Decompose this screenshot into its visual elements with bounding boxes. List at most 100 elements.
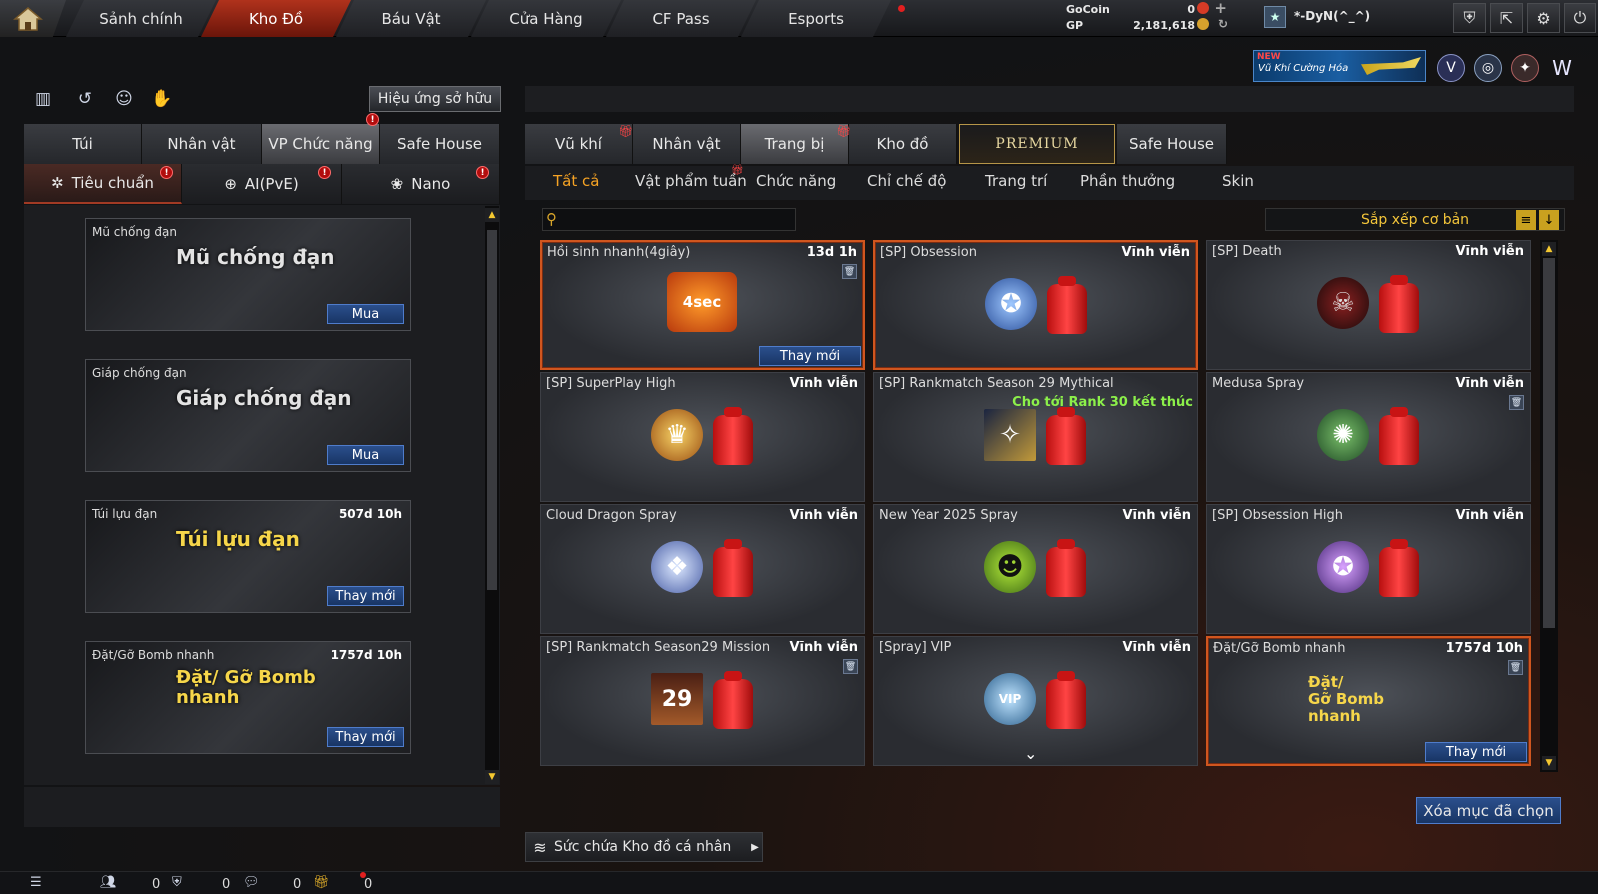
character-icon[interactable]: ☺ bbox=[111, 86, 137, 112]
left-item-card[interactable]: Giáp chống đạn Giáp chống đạn Mua bbox=[85, 359, 411, 472]
item-card[interactable]: [SP] Rankmatch Season 29 Mythical Cho tớ… bbox=[873, 372, 1198, 502]
subcat-reward[interactable]: Phần thưởng bbox=[1080, 172, 1175, 190]
subcat-decoration[interactable]: Trang trí bbox=[985, 172, 1047, 190]
star-icon: ✲ bbox=[51, 174, 64, 192]
gift-icon: 🎁︎ bbox=[836, 124, 852, 138]
gocoin-label: GoCoin bbox=[1066, 3, 1110, 16]
left-item-card[interactable]: Túi lựu đạn 507d 10h Túi lựu đạn Thay mớ… bbox=[85, 500, 411, 613]
item-duration: Vĩnh viễn bbox=[789, 640, 858, 655]
event-icon[interactable]: ✦ bbox=[1511, 54, 1539, 82]
mask-icon: ♛ bbox=[651, 409, 703, 461]
item-card[interactable]: [SP] Rankmatch Season29 Mission Vĩnh viễ… bbox=[540, 636, 865, 766]
chat-icon[interactable]: 💬︎ bbox=[243, 875, 260, 890]
nav-tab-inventory[interactable]: Kho Đồ bbox=[201, 0, 351, 37]
subcat-function[interactable]: Chức năng bbox=[756, 172, 836, 190]
scroll-up-icon[interactable]: ▲ bbox=[1542, 242, 1556, 256]
left-footer-bar bbox=[24, 787, 500, 827]
item-card[interactable]: [Spray] VIP Vĩnh viễn VIP ⌄ bbox=[873, 636, 1198, 766]
power-icon[interactable]: ⏻ bbox=[1564, 3, 1596, 33]
storage-capacity-button[interactable]: ≋ Sức chứa Kho đồ cá nhân ▶ bbox=[525, 832, 763, 862]
subcat-mode[interactable]: Chỉ chế độ bbox=[867, 172, 946, 190]
owned-effects-button[interactable]: Hiệu ứng sở hữu bbox=[369, 86, 501, 112]
scroll-up-icon[interactable]: ▲ bbox=[485, 208, 499, 222]
buy-button[interactable]: Mua bbox=[327, 304, 404, 324]
item-card[interactable]: [SP] Obsession High Vĩnh viễn ✪ bbox=[1206, 504, 1531, 634]
right-tab-equipment[interactable]: Trang bị bbox=[741, 124, 849, 164]
left-item-card[interactable]: Đặt/Gỡ Bomb nhanh 1757d 10h Đặt/ Gỡ Bomb… bbox=[85, 641, 411, 754]
item-grid: Hồi sinh nhanh(4giây) 13d 1h 🗑︎ 4sec Tha… bbox=[540, 240, 1535, 774]
item-art: 29 bbox=[651, 673, 703, 725]
left-tab-function-items[interactable]: VP Chức năng bbox=[262, 124, 380, 164]
skull-icon: ☠ bbox=[1317, 277, 1369, 329]
gift-box-icon[interactable]: 🎁︎ bbox=[313, 875, 330, 890]
w-logo-icon[interactable]: W bbox=[1548, 54, 1576, 82]
trash-icon[interactable]: 🗑︎ bbox=[1508, 660, 1523, 675]
scroll-down-icon[interactable]: ▼ bbox=[485, 770, 499, 784]
banner-text: Vũ Khí Cường Hóa bbox=[1258, 63, 1349, 74]
weapon-upgrade-banner[interactable]: NEW Vũ Khí Cường Hóa bbox=[1253, 50, 1426, 82]
right-tab-character[interactable]: Nhân vật bbox=[633, 124, 741, 164]
item-card[interactable]: [SP] SuperPlay High Vĩnh viễn ♛ bbox=[540, 372, 865, 502]
nav-tab-cf-pass[interactable]: CF Pass bbox=[606, 0, 756, 37]
delete-selected-button[interactable]: Xóa mục đã chọn bbox=[1416, 797, 1561, 824]
left-subtab-nano-label: Nano bbox=[411, 175, 451, 193]
item-duration: Vĩnh viễn bbox=[1122, 640, 1191, 655]
right-tab-storage[interactable]: Kho đồ bbox=[849, 124, 957, 164]
nav-tab-treasure[interactable]: Báu Vật bbox=[336, 0, 486, 37]
left-tab-safe-house[interactable]: Safe House bbox=[380, 124, 500, 164]
globe-icon[interactable]: ◎ bbox=[1474, 54, 1502, 82]
item-card[interactable]: Medusa Spray Vĩnh viễn 🗑︎ ✺ bbox=[1206, 372, 1531, 502]
menu-icon[interactable]: ☰ bbox=[30, 875, 42, 890]
left-tab-bag[interactable]: Túi bbox=[24, 124, 142, 164]
left-subtab-standard[interactable]: ✲ Tiêu chuẩn bbox=[24, 164, 182, 204]
scroll-down-icon[interactable]: ▼ bbox=[1542, 756, 1556, 770]
chevron-down-icon[interactable]: ⌄ bbox=[1024, 744, 1037, 763]
clan-icon[interactable]: ⛨ bbox=[172, 875, 182, 890]
item-card[interactable]: [SP] Death Vĩnh viễn ☠ bbox=[1206, 240, 1531, 370]
renew-button[interactable]: Thay mới bbox=[327, 586, 404, 606]
item-name: [SP] Rankmatch Season29 Mission bbox=[546, 640, 771, 655]
gp-icon bbox=[1197, 18, 1209, 30]
ranking-icon[interactable]: ▥ bbox=[30, 86, 56, 112]
left-tab-character[interactable]: Nhân vật bbox=[142, 124, 262, 164]
badge-v-icon[interactable]: V bbox=[1437, 54, 1465, 82]
subcat-skin[interactable]: Skin bbox=[1222, 172, 1254, 190]
alert-icon: ! bbox=[476, 166, 489, 179]
refresh-icon[interactable]: ↻ bbox=[1218, 17, 1228, 31]
exit-room-icon[interactable]: ⇱ bbox=[1490, 3, 1523, 33]
friends-icon[interactable]: 👥︎ bbox=[100, 875, 117, 890]
nav-tab-esports[interactable]: Esports bbox=[741, 0, 891, 37]
item-card[interactable]: Đặt/Gỡ Bomb nhanh 1757d 10h 🗑︎ Đặt/Gỡ Bo… bbox=[1206, 636, 1531, 766]
left-scrollbar-thumb[interactable] bbox=[487, 230, 497, 590]
item-card[interactable]: Cloud Dragon Spray Vĩnh viễn ❖ bbox=[540, 504, 865, 634]
mythical-emblem-icon: ✧ bbox=[984, 409, 1036, 461]
trash-icon[interactable]: 🗑︎ bbox=[842, 264, 857, 279]
shield-icon[interactable]: ⛨ bbox=[1453, 3, 1486, 33]
search-input[interactable] bbox=[542, 208, 796, 231]
renew-button[interactable]: Thay mới bbox=[759, 346, 861, 366]
list-view-icon[interactable]: ≡ bbox=[1516, 210, 1536, 230]
history-icon[interactable]: ↺ bbox=[72, 86, 98, 112]
right-tab-safe-house[interactable]: Safe House bbox=[1117, 124, 1227, 164]
nav-tab-shop[interactable]: Cửa Hàng bbox=[471, 0, 621, 37]
right-tab-premium[interactable]: PREMIUM bbox=[959, 124, 1115, 164]
sort-order-icon[interactable]: ↓ bbox=[1539, 210, 1559, 230]
right-tab-weapon[interactable]: Vũ khí bbox=[525, 124, 633, 164]
item-name: [SP] Obsession High bbox=[1212, 508, 1343, 523]
renew-button[interactable]: Thay mới bbox=[1425, 742, 1527, 762]
trash-icon[interactable]: 🗑︎ bbox=[1509, 395, 1524, 410]
buy-button[interactable]: Mua bbox=[327, 445, 404, 465]
item-card[interactable]: New Year 2025 Spray Vĩnh viễn ☻ bbox=[873, 504, 1198, 634]
left-item-card[interactable]: Mũ chống đạn Mũ chống đạn Mua bbox=[85, 218, 411, 331]
subcat-all[interactable]: Tất cả bbox=[553, 172, 599, 190]
right-scrollbar-thumb[interactable] bbox=[1543, 258, 1555, 628]
nav-tab-lobby[interactable]: Sảnh chính bbox=[66, 0, 216, 37]
item-card[interactable]: Hồi sinh nhanh(4giây) 13d 1h 🗑︎ 4sec Tha… bbox=[540, 240, 865, 370]
trash-icon[interactable]: 🗑︎ bbox=[843, 659, 858, 674]
glove-icon[interactable]: ✋ bbox=[149, 86, 175, 112]
home-icon bbox=[13, 6, 43, 31]
add-coin-icon[interactable]: + bbox=[1214, 0, 1227, 17]
item-card[interactable]: [SP] Obsession Vĩnh viễn ✪ bbox=[873, 240, 1198, 370]
renew-button[interactable]: Thay mới bbox=[327, 727, 404, 747]
gear-icon[interactable]: ⚙ bbox=[1527, 3, 1560, 33]
